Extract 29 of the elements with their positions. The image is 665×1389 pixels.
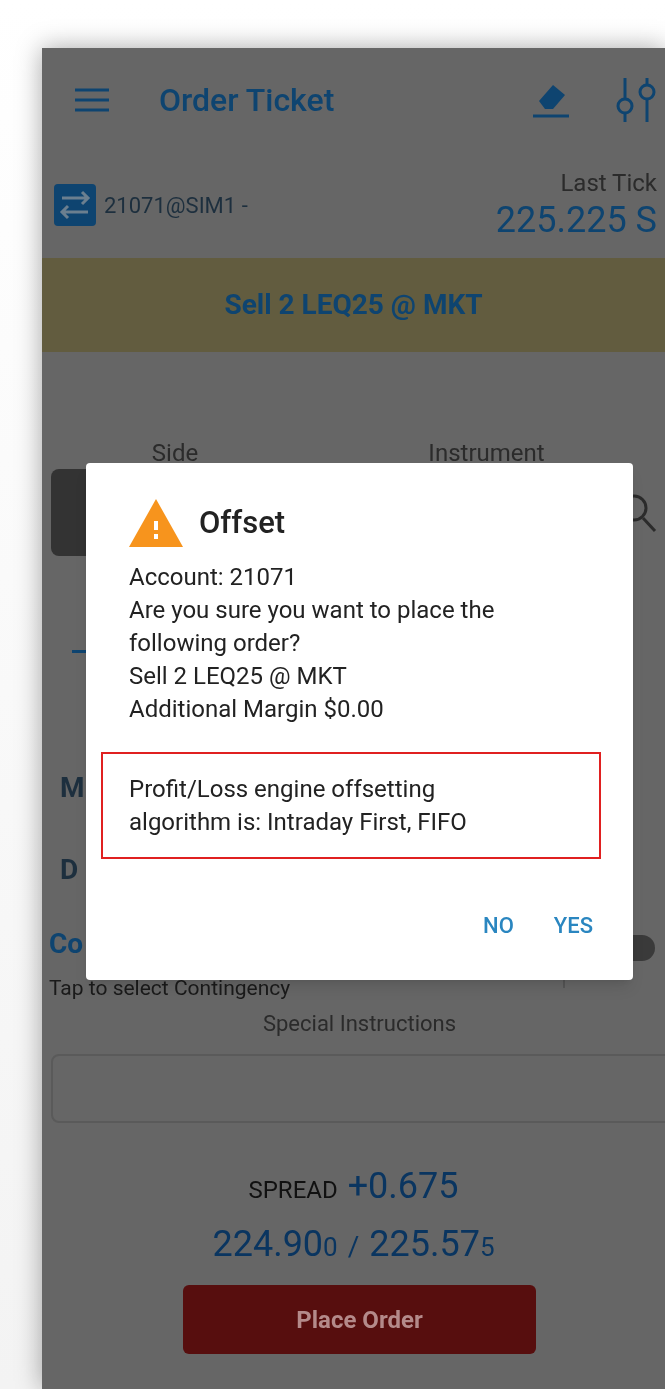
field-label: D xyxy=(60,855,79,885)
spread-label: SPREAD xyxy=(248,1175,338,1206)
dialog-message-line: Account: 21071 xyxy=(129,562,298,593)
side-label: Side xyxy=(150,438,200,469)
swap-icon[interactable] xyxy=(54,184,96,226)
last-tick-label: Last Tick xyxy=(560,168,657,198)
dialog-message-line: Sell 2 LEQ25 @ MKT xyxy=(129,661,348,692)
special-instructions-label: Special Instructions xyxy=(262,1010,457,1038)
dialog-message-line: Additional Margin $0.00 xyxy=(129,694,385,725)
price-separator: / xyxy=(347,1229,360,1265)
menu-icon[interactable] xyxy=(75,88,109,112)
notice-text: Profit/Loss engine offsetting algorithm is: Intraday First, FIFO xyxy=(129,773,468,838)
warning-icon xyxy=(129,499,183,547)
field-label: M xyxy=(60,773,85,803)
place-order-button[interactable]: Place Order xyxy=(183,1285,536,1354)
dialog-message-line: Are you sure you want to place the following order? xyxy=(129,595,496,659)
screen-title: Order Ticket xyxy=(159,80,335,121)
account-label: 21071@SIM1 - xyxy=(104,191,248,220)
order-summary: Sell 2 LEQ25 @ MKT xyxy=(224,287,483,323)
bid-price: 224.900 xyxy=(212,1222,338,1267)
contingency-label: Co xyxy=(49,927,85,961)
dialog-button[interactable]: YES xyxy=(547,905,599,946)
dialog-button[interactable]: NO xyxy=(477,905,520,946)
spread-value: +0.675 xyxy=(347,1164,459,1209)
sliders-icon[interactable] xyxy=(615,78,657,122)
dialog-title: Offset xyxy=(199,502,286,543)
last-tick-value: 225.225 S xyxy=(495,198,657,242)
instrument-label: Instrument xyxy=(427,438,546,469)
ask-price: 225.575 xyxy=(369,1222,495,1267)
